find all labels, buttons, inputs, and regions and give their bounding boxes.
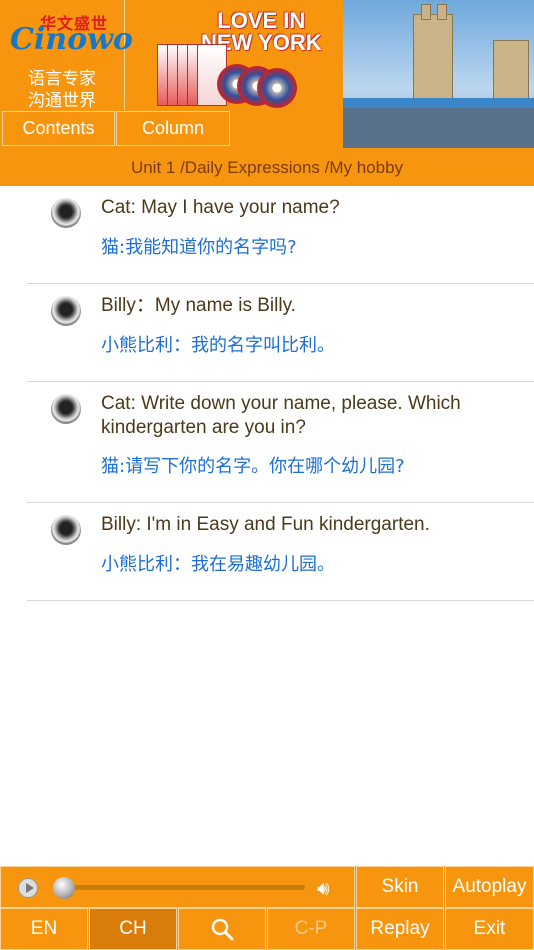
search-button[interactable] [178,908,266,950]
tower-bridge-photo [343,0,534,148]
english-toggle-button[interactable]: EN [0,908,88,950]
cp-button[interactable]: C-P [267,908,355,950]
unit-title: Unit 1 /Daily Expressions /My hobby [130,158,404,177]
speaker-icon[interactable] [51,515,81,545]
promo-title-line1: LOVE IN [217,8,306,33]
search-icon [211,918,234,941]
progress-slider[interactable] [63,885,305,890]
chinese-line: 猫:我能知道你的名字吗? [101,237,297,258]
play-icon[interactable] [18,878,38,898]
slider-thumb[interactable] [53,877,75,899]
speaker-icon[interactable] [51,296,81,326]
dialogue-list: Cat: May I have your name? 猫:我能知道你的名字吗? … [0,186,534,601]
logo-wordmark: Cinowo [10,22,133,57]
header: 华文盛世 Cinowo 语言专家 沟通世界 LOVE IN NEW YORK C… [0,0,534,186]
replay-button[interactable]: Replay [356,908,444,950]
english-line: Billy: I'm in Easy and Fun kindergarten. [101,514,430,535]
skin-button[interactable]: Skin [356,866,444,908]
brand-logo: 华文盛世 Cinowo 语言专家 沟通世界 [0,0,133,111]
audio-player: 🔊︎ [0,866,355,908]
bottom-toolbar: 🔊︎ Skin Autoplay EN CH C-P Replay Exit [0,866,534,950]
chinese-line: 猫:请写下你的名字。你在哪个幼儿园? [101,456,405,477]
english-line: Billy：My name is Billy. [101,295,296,316]
dialogue-item[interactable]: Billy：My name is Billy. 小熊比利：我的名字叫比利。 [27,284,534,382]
book-set-image [157,44,297,108]
dialogue-item[interactable]: Billy: I'm in Easy and Fun kindergarten.… [27,503,534,601]
volume-icon[interactable]: 🔊︎ [317,876,330,900]
speaker-icon[interactable] [51,198,81,228]
column-tab[interactable]: Column [116,111,230,146]
autoplay-button[interactable]: Autoplay [445,866,534,908]
chinese-toggle-button[interactable]: CH [89,908,177,950]
chinese-line: 小熊比利：我在易趣幼儿园。 [101,554,335,575]
speaker-icon[interactable] [51,394,81,424]
english-line: Cat: May I have your name? [101,197,340,218]
dialogue-item[interactable]: Cat: Write down your name, please. Which… [27,382,534,503]
exit-button[interactable]: Exit [445,908,534,950]
contents-tab[interactable]: Contents [2,111,115,146]
chinese-line: 小熊比利：我的名字叫比利。 [101,335,335,356]
dialogue-item[interactable]: Cat: May I have your name? 猫:我能知道你的名字吗? [27,186,534,284]
english-line: Cat: Write down your name, please. Which… [101,393,461,438]
promo-banner[interactable]: LOVE IN NEW YORK [125,0,342,110]
logo-slogan-line2: 沟通世界 [28,91,96,111]
